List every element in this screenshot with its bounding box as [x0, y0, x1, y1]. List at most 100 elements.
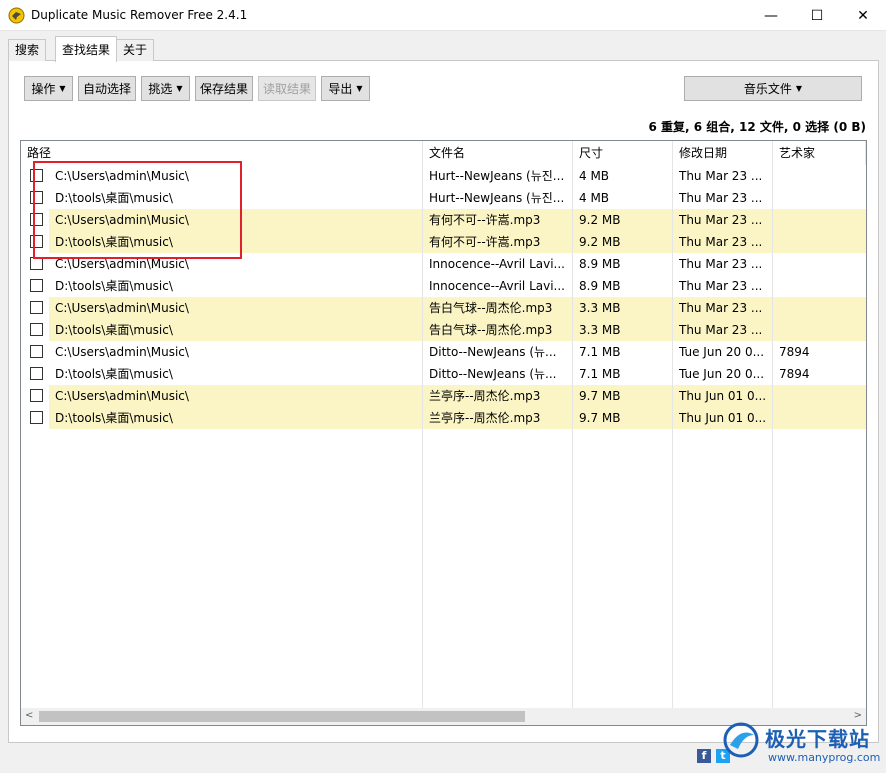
cell-filename: Innocence--Avril Lavi... — [429, 279, 565, 293]
watermark-logo-icon — [723, 722, 759, 758]
cell-size: 9.7 MB — [573, 385, 672, 407]
cell-path: D:\tools\桌面\music\ — [55, 367, 173, 381]
cell-filename: Ditto--NewJeans (뉴... — [429, 345, 557, 359]
cell-filename: Hurt--NewJeans (뉴진... — [429, 191, 565, 205]
cell-modified: Tue Jun 20 0... — [679, 367, 765, 381]
cell-artist — [773, 385, 866, 407]
operate-button[interactable]: 操作 ▼ — [24, 76, 73, 101]
cell-artist — [773, 209, 866, 231]
cell-filename: 告白气球--周杰伦.mp3 — [423, 319, 572, 341]
cell-filename: 兰亭序--周杰伦.mp3 — [423, 407, 572, 429]
cell-filename: Ditto--NewJeans (뉴... — [429, 367, 557, 381]
tab-search[interactable]: 搜索 — [8, 39, 47, 61]
cell-artist — [773, 275, 866, 297]
table-row[interactable]: D:\tools\桌面\music\ Ditto--NewJeans (뉴... 7… — [21, 363, 866, 385]
cell-artist — [773, 319, 866, 341]
facebook-icon[interactable]: f — [697, 749, 711, 763]
cell-size: 9.2 MB — [573, 231, 672, 253]
table-row[interactable]: C:\Users\admin\Music\ Ditto--NewJeans (뉴.… — [21, 341, 866, 363]
cell-size: 9.7 MB — [573, 407, 672, 429]
row-checkbox[interactable] — [30, 323, 43, 336]
cell-path: C:\Users\admin\Music\ — [55, 345, 189, 359]
cell-modified: Thu Mar 23 ... — [679, 191, 763, 205]
close-button[interactable]: ✕ — [840, 0, 886, 31]
cell-filename: 兰亭序--周杰伦.mp3 — [423, 385, 572, 407]
cell-path: D:\tools\桌面\music\ — [55, 279, 173, 293]
row-checkbox[interactable] — [30, 389, 43, 402]
row-checkbox[interactable] — [30, 279, 43, 292]
cell-artist: 7894 — [779, 345, 810, 359]
tab-bar: 搜索 查找结果 关于 — [0, 31, 886, 62]
cell-filename: 告白气球--周杰伦.mp3 — [423, 297, 572, 319]
annotation-box — [33, 161, 242, 259]
results-summary: 6 重复, 6 组合, 12 文件, 0 选择 (0 B) — [648, 120, 867, 134]
cell-modified: Thu Mar 23 ... — [673, 231, 772, 253]
tab-about[interactable]: 关于 — [116, 39, 155, 61]
music-files-button[interactable]: 音乐文件 ▼ — [684, 76, 862, 101]
minimize-icon: — — [764, 7, 778, 24]
scroll-right-icon[interactable]: > — [854, 710, 862, 721]
cell-path: D:\tools\桌面\music\ — [49, 319, 422, 341]
table-row[interactable]: D:\tools\桌面\music\ 兰亭序--周杰伦.mp3 9.7 MB Thu … — [21, 407, 866, 429]
table-row[interactable]: D:\tools\桌面\music\ Innocence--Avril Lavi.… — [21, 275, 866, 297]
cell-artist: 7894 — [779, 367, 810, 381]
title-bar: Duplicate Music Remover Free 2.4.1 — ☐ ✕ — [0, 0, 886, 31]
cell-artist — [773, 187, 866, 209]
cell-filename: Innocence--Avril Lavi... — [429, 257, 565, 271]
row-checkbox[interactable] — [30, 301, 43, 314]
auto-select-button[interactable]: 自动选择 — [78, 76, 136, 101]
export-label: 导出 — [328, 82, 353, 96]
cell-artist — [773, 297, 866, 319]
cell-modified: Thu Mar 23 ... — [679, 169, 763, 183]
cell-modified: Tue Jun 20 0... — [679, 345, 765, 359]
cell-modified: Thu Mar 23 ... — [679, 257, 763, 271]
cell-filename: Hurt--NewJeans (뉴진... — [429, 169, 565, 183]
cell-path: D:\tools\桌面\music\ — [49, 407, 422, 429]
pick-label: 挑选 — [148, 82, 173, 96]
dropdown-arrow-icon: ▼ — [59, 84, 66, 93]
cell-size: 3.3 MB — [573, 319, 672, 341]
row-checkbox[interactable] — [30, 345, 43, 358]
maximize-icon: ☐ — [810, 7, 824, 24]
row-checkbox[interactable] — [30, 367, 43, 380]
scrollbar-thumb[interactable] — [39, 711, 525, 722]
watermark-url: www.manyprog.com — [768, 751, 881, 764]
column-filename[interactable]: 文件名 — [423, 141, 573, 165]
maximize-button[interactable]: ☐ — [794, 0, 840, 31]
watermark-brand: 极光下载站 — [765, 727, 870, 751]
cell-modified: Thu Jun 01 0... — [673, 385, 772, 407]
load-results-button[interactable]: 读取结果 — [258, 76, 316, 101]
cell-modified: Thu Mar 23 ... — [673, 297, 772, 319]
minimize-button[interactable]: — — [748, 0, 794, 31]
dropdown-arrow-icon: ▼ — [356, 84, 363, 93]
close-icon: ✕ — [857, 7, 869, 24]
tab-results[interactable]: 查找结果 — [55, 36, 118, 62]
column-artist[interactable]: 艺术家 — [773, 141, 866, 165]
window-title: Duplicate Music Remover Free 2.4.1 — [31, 8, 248, 22]
music-files-label: 音乐文件 — [743, 82, 792, 96]
cell-modified: Thu Mar 23 ... — [679, 279, 763, 293]
cell-path: C:\Users\admin\Music\ — [49, 297, 422, 319]
table-row[interactable]: C:\Users\admin\Music\ 告白气球--周杰伦.mp3 3.3 MB… — [21, 297, 866, 319]
scroll-left-icon[interactable]: < — [25, 710, 33, 721]
cell-size: 7.1 MB — [579, 345, 621, 359]
save-results-button[interactable]: 保存结果 — [195, 76, 253, 101]
cell-artist — [773, 407, 866, 429]
dove-icon — [8, 7, 25, 24]
table-row[interactable]: D:\tools\桌面\music\ 告白气球--周杰伦.mp3 3.3 MB Thu… — [21, 319, 866, 341]
dropdown-arrow-icon: ▼ — [795, 84, 803, 93]
cell-filename: 有何不可--许嵩.mp3 — [423, 231, 572, 253]
pick-button[interactable]: 挑选 ▼ — [141, 76, 190, 101]
cell-artist — [773, 253, 866, 275]
table-row[interactable]: C:\Users\admin\Music\ 兰亭序--周杰伦.mp3 9.7 MB T… — [21, 385, 866, 407]
cell-size: 7.1 MB — [579, 367, 621, 381]
cell-size: 4 MB — [579, 169, 610, 183]
cell-filename: 有何不可--许嵩.mp3 — [423, 209, 572, 231]
row-checkbox[interactable] — [30, 411, 43, 424]
export-button[interactable]: 导出 ▼ — [321, 76, 370, 101]
cell-size: 9.2 MB — [573, 209, 672, 231]
column-modified[interactable]: 修改日期 — [673, 141, 773, 165]
dropdown-arrow-icon: ▼ — [176, 84, 183, 93]
column-size[interactable]: 尺寸 — [573, 141, 673, 165]
cell-artist — [773, 165, 866, 187]
